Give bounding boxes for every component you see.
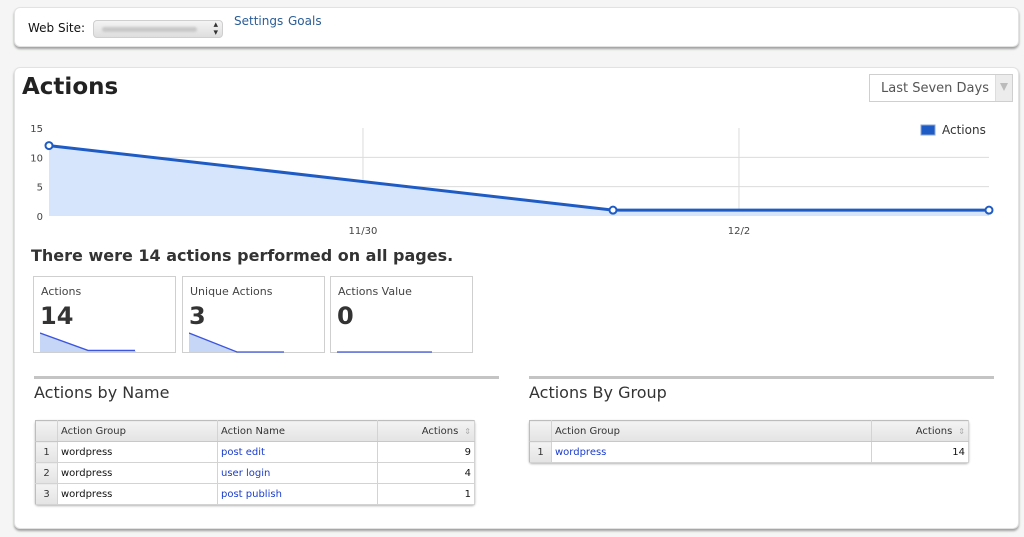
website-toolbar: Web Site: ▴ ▾ Settings Goals [14, 7, 1019, 47]
actions-count-cell: 14 [871, 441, 969, 463]
action-group-cell: wordpress [57, 441, 218, 463]
action-name-link[interactable]: post publish [221, 489, 282, 500]
series-area [49, 145, 989, 216]
metric-actions-value: Actions Value 0 [330, 276, 473, 353]
legend-label: Actions [942, 123, 986, 137]
actions-count-cell: 9 [377, 441, 475, 463]
table-row: 1 wordpress 14 [529, 441, 969, 463]
row-index: 2 [35, 462, 58, 484]
metric-value: 0 [337, 302, 354, 330]
table-header-row: Action Group Actions ⇕ [529, 420, 969, 442]
action-name-link[interactable]: post edit [221, 447, 265, 458]
settings-link[interactable]: Settings [234, 14, 283, 28]
data-point [608, 205, 618, 215]
column-header-action-group[interactable]: Action Group [551, 420, 872, 442]
sparkline-area [40, 333, 136, 352]
action-name-link[interactable]: user login [221, 468, 270, 479]
sort-icon[interactable]: ⇕ [958, 427, 965, 436]
sparkline-area [189, 333, 285, 352]
row-index: 1 [529, 441, 552, 463]
table-header-row: Action Group Action Name Actions ⇕ [35, 420, 475, 442]
action-name-cell: post edit [217, 441, 378, 463]
action-group-cell: wordpress [57, 462, 218, 484]
chevron-down-icon[interactable] [995, 75, 1012, 101]
sort-icon[interactable]: ⇕ [464, 427, 471, 436]
actions-by-group-title: Actions By Group [529, 383, 667, 402]
row-index: 3 [35, 483, 58, 505]
y-tick-label: 10 [30, 153, 43, 164]
index-header [35, 420, 58, 442]
action-name-cell: user login [217, 462, 378, 484]
goals-link[interactable]: Goals [288, 14, 322, 28]
x-tick-label: 11/30 [349, 226, 378, 237]
y-tick-label: 15 [30, 124, 43, 135]
actions-count-cell: 1 [377, 483, 475, 505]
date-range-value: Last Seven Days [881, 81, 989, 96]
metric-value: 14 [40, 302, 74, 330]
actions-by-name-table: Action Group Action Name Actions ⇕ 1 word… [35, 420, 475, 505]
summary-text: There were 14 actions performed on all p… [31, 246, 454, 265]
action-name-cell: post publish [217, 483, 378, 505]
metric-label: Unique Actions [190, 285, 273, 298]
metric-sparkline [189, 332, 285, 353]
action-group-cell: wordpress [551, 441, 872, 463]
metric-label: Actions Value [338, 285, 412, 298]
column-header-label: Actions [421, 425, 459, 437]
legend-swatch [920, 124, 936, 136]
metric-sparkline [40, 332, 136, 352]
action-group-cell: wordpress [57, 483, 218, 505]
column-header-actions[interactable]: Actions ⇕ [871, 420, 969, 442]
table-row: 2 wordpress user login 4 [35, 462, 475, 484]
action-group-link[interactable]: wordpress [555, 447, 606, 458]
x-tick-label: 12/2 [728, 226, 750, 237]
actions-by-group-table: Action Group Actions ⇕ 1 wordpress 14 [529, 420, 969, 463]
table-row: 3 wordpress post publish 1 [35, 483, 475, 505]
website-select[interactable]: ▴ ▾ [93, 20, 223, 38]
page-title: Actions [22, 74, 119, 100]
actions-count-cell: 4 [377, 462, 475, 484]
actions-by-name-title: Actions by Name [34, 383, 170, 402]
metric-unique-actions: Unique Actions 3 [182, 276, 325, 353]
y-tick-label: 0 [37, 212, 43, 223]
website-label: Web Site: [28, 21, 86, 35]
actions-panel: 0 5 10 15 11/30 12/2 Actions Actions Last Seve… [14, 67, 1019, 529]
column-header-action-name[interactable]: Action Name [217, 420, 378, 442]
section-divider [529, 376, 994, 379]
metric-actions: Actions 14 [33, 276, 176, 353]
data-point [984, 205, 994, 215]
metric-sparkline [337, 351, 432, 353]
metric-label: Actions [41, 285, 82, 298]
date-range-select[interactable]: Last Seven Days [869, 74, 1013, 102]
column-header-label: Actions [915, 425, 953, 437]
index-header [529, 420, 552, 442]
y-tick-label: 5 [37, 183, 43, 194]
table-row: 1 wordpress post edit 9 [35, 441, 475, 463]
select-arrows-icon: ▴ ▾ [213, 20, 218, 38]
data-point [44, 141, 54, 151]
column-header-action-group[interactable]: Action Group [57, 420, 218, 442]
website-select-value-blurred [102, 27, 197, 32]
section-divider [34, 376, 499, 379]
column-header-actions[interactable]: Actions ⇕ [377, 420, 475, 442]
row-index: 1 [35, 441, 58, 463]
metric-value: 3 [189, 302, 206, 330]
